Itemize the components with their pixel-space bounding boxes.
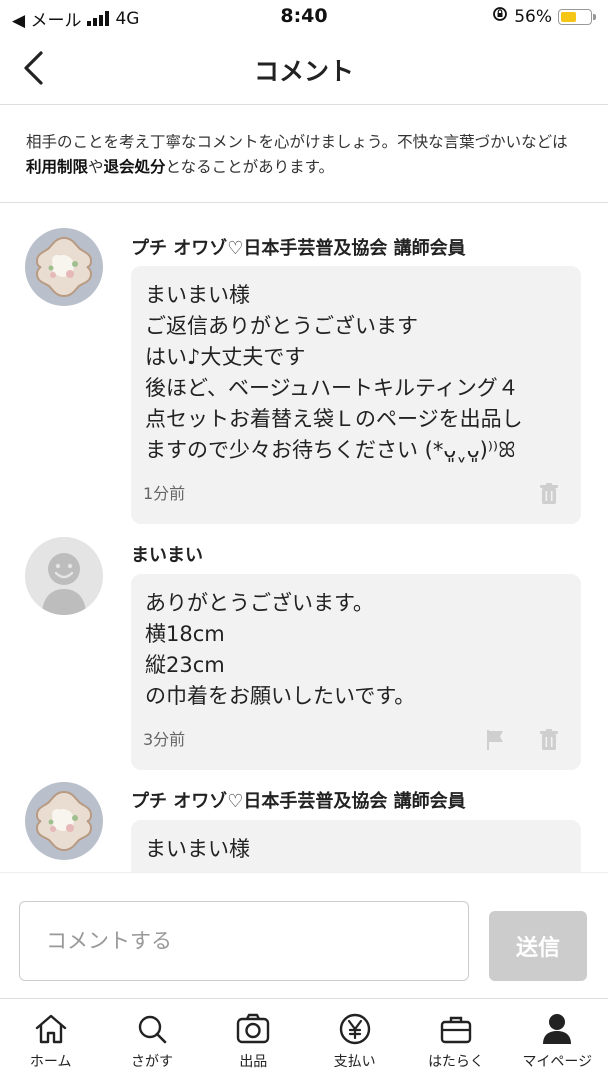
comment-text-line: 縦23cm bbox=[145, 653, 225, 677]
tab-label: さがす bbox=[130, 1054, 173, 1070]
battery-percent: 56% bbox=[514, 6, 552, 27]
account-suspension-text: 退会処分 bbox=[103, 158, 166, 176]
tab-work[interactable]: はたらく bbox=[405, 999, 506, 1081]
page-title: コメント bbox=[253, 57, 354, 86]
comment-text-line: まいまい様 bbox=[145, 283, 250, 307]
comment-text-line: ありがとうございます。 bbox=[145, 591, 374, 615]
notice-text-end: となることがあります。 bbox=[165, 158, 335, 176]
comment-list[interactable]: プチ オワゾ♡日本手芸普及協会 講師会員 まいまい様 ご返信ありがとうございます… bbox=[0, 204, 608, 872]
home-icon bbox=[35, 1014, 66, 1044]
tab-label: マイページ bbox=[522, 1054, 593, 1070]
comment-username[interactable]: プチ オワゾ♡日本手芸普及協会 講師会員 bbox=[131, 787, 466, 813]
comment-timestamp: 1分前 bbox=[143, 484, 186, 503]
usage-restriction-text: 利用制限 bbox=[26, 158, 89, 176]
comment-text-line: 横18cm bbox=[145, 622, 225, 646]
bottom-tab-bar: ホーム さがす 出品 支払い はたらく マイページ bbox=[0, 998, 608, 1081]
comment-guideline-notice: 相手のことを考え丁寧なコメントを心がけましょう。不快な言葉づかいなどは利用制限や… bbox=[0, 105, 608, 203]
notice-text: 相手のことを考え丁寧なコメントを心がけましょう。不快な言葉づかいなどは bbox=[26, 133, 568, 151]
status-bar: ◀ メール 4G 8:40 56% bbox=[0, 0, 608, 34]
comment-text-line: ますので少々お待ちください (*ᴗ͈ˬᴗ͈)⁾⁾ꕤ bbox=[145, 438, 516, 462]
tab-search[interactable]: さがす bbox=[101, 999, 202, 1081]
person-icon bbox=[543, 1014, 572, 1044]
seller-avatar[interactable] bbox=[25, 228, 103, 306]
orientation-lock-icon bbox=[492, 6, 508, 27]
comment-bubble: まいまい様 bbox=[131, 820, 581, 872]
nav-header: コメント bbox=[0, 34, 608, 105]
trash-icon[interactable] bbox=[537, 728, 561, 752]
comment-text-line: はい♪大丈夫です bbox=[145, 345, 306, 369]
tab-label: ホーム bbox=[29, 1054, 72, 1070]
status-right: 56% bbox=[492, 6, 596, 27]
comment-username[interactable]: まいまい bbox=[131, 541, 203, 567]
tab-label: 出品 bbox=[239, 1054, 268, 1070]
comment-compose-bar: 送信 bbox=[0, 872, 608, 999]
send-button[interactable]: 送信 bbox=[489, 911, 587, 981]
search-icon bbox=[138, 1015, 167, 1044]
comment-text-line: 後ほど、ベージュハートキルティング４ bbox=[145, 376, 519, 400]
tab-mypage[interactable]: マイページ bbox=[507, 999, 608, 1081]
trash-icon[interactable] bbox=[537, 482, 561, 506]
comment-text-line: の巾着をお願いしたいです。 bbox=[145, 684, 416, 708]
comment-bubble: ありがとうございます。 横18cm 縦23cm の巾着をお願いしたいです。 3分… bbox=[131, 574, 581, 770]
tab-sell[interactable]: 出品 bbox=[203, 999, 304, 1081]
tab-label: 支払い bbox=[333, 1054, 376, 1070]
comment-bubble: まいまい様 ご返信ありがとうございます はい♪大丈夫です 後ほど、ベージュハート… bbox=[131, 266, 581, 524]
seller-avatar[interactable] bbox=[25, 782, 103, 860]
battery-icon bbox=[558, 8, 596, 25]
comment-username[interactable]: プチ オワゾ♡日本手芸普及協会 講師会員 bbox=[131, 234, 466, 260]
yen-icon bbox=[339, 1013, 370, 1045]
tab-home[interactable]: ホーム bbox=[0, 999, 101, 1081]
buyer-avatar[interactable] bbox=[25, 537, 103, 615]
comment-timestamp: 3分前 bbox=[143, 730, 186, 749]
comment-input[interactable] bbox=[19, 901, 469, 981]
comment-text-line: 点セットお着替え袋Ｌのページを出品し bbox=[145, 407, 523, 431]
briefcase-icon bbox=[440, 1016, 472, 1044]
comment-text-line: まいまい様 bbox=[145, 837, 250, 861]
notice-text-mid: や bbox=[88, 158, 104, 176]
camera-icon bbox=[237, 1013, 270, 1044]
report-flag-icon[interactable] bbox=[483, 728, 507, 752]
tab-label: はたらく bbox=[428, 1054, 484, 1070]
tab-payment[interactable]: 支払い bbox=[304, 999, 405, 1081]
comment-text-line: ご返信ありがとうございます bbox=[145, 314, 418, 338]
